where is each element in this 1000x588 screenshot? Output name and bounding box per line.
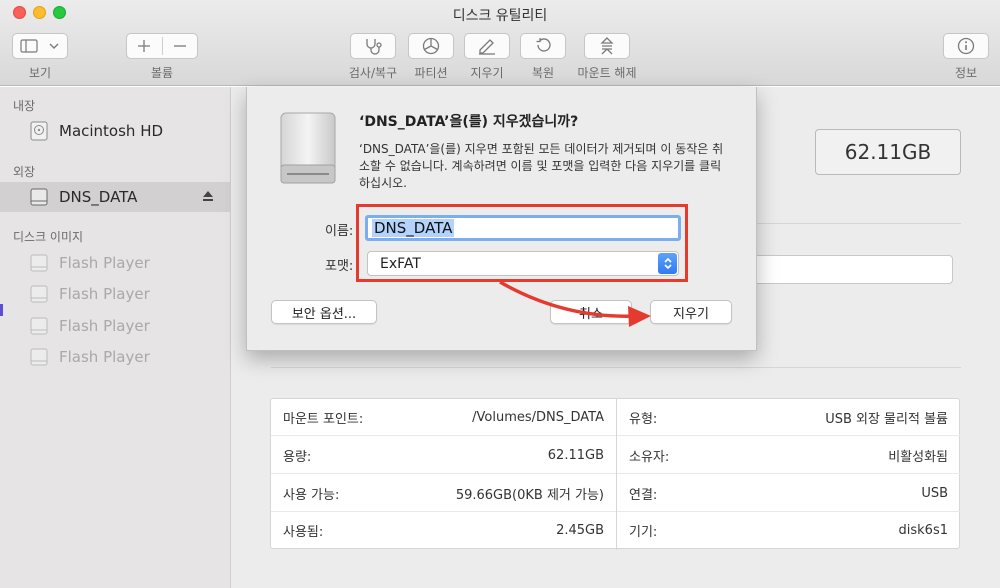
sidebar-item-label: DNS_DATA [59,188,138,206]
erase-label: 지우기 [470,66,504,80]
info-value: USB [921,485,948,501]
first-aid-label: 검사/복구 [348,66,398,80]
sidebar-item-label: Flash Player [59,254,150,272]
sidebar-item-flash-player[interactable]: Flash Player [0,279,230,309]
info-key: 마운트 포인트: [283,411,364,427]
divider [271,367,961,368]
info-key: 사용됨: [283,525,324,540]
info-row: 유형: USB 외장 물리적 볼륨 [617,399,960,436]
restore-label: 복원 [531,66,555,80]
sidebar-item-macintosh-hd[interactable]: Macintosh HD [0,116,230,146]
sidebar-item-flash-player[interactable]: Flash Player [0,311,230,341]
info-key: 기기: [629,525,658,540]
sidebar-item-label: Flash Player [59,317,150,335]
plus-icon [138,40,151,52]
info-value: USB 외장 물리적 볼륨 [825,411,948,427]
unmount-button[interactable] [584,33,630,59]
sidebar-icon [20,39,38,53]
dialog-message: ‘DNS_DATA’을(를) 지우면 포함된 모든 데이터가 제거되며 이 동작… [359,142,724,190]
info-label: 정보 [954,66,978,80]
volume-segment [126,33,198,59]
view-label: 보기 [28,66,52,80]
disk-image-icon [30,348,48,366]
info-key: 용량: [283,449,312,465]
window-edge-marker [0,304,3,316]
disk-image-icon [30,254,48,272]
sidebar-item-label: Macintosh HD [59,122,164,140]
partition-label: 파티션 [414,66,448,80]
erase-confirm-button[interactable]: 지우기 [650,300,732,324]
sidebar-header-external: 외장 [13,165,36,179]
name-field-label: 이름: [325,224,354,239]
info-key: 유형: [629,411,658,427]
eraser-icon [479,39,495,55]
unmount-label: 마운트 해제 [577,66,637,80]
disk-image-icon [30,285,48,303]
sidebar-item-label: Flash Player [59,348,150,366]
restore-arrow-icon [536,38,551,52]
info-row: 사용됨: 2.45GB [271,512,616,549]
info-row: 용량: 62.11GB [271,437,616,474]
first-aid-button[interactable] [350,33,396,59]
unmount-icon [600,37,614,55]
security-options-button[interactable]: 보안 옵션... [271,300,377,324]
view-button[interactable] [12,33,68,59]
info-value: 2.45GB [556,523,604,538]
info-button[interactable] [943,33,989,59]
info-value: 비활성화됨 [888,449,948,465]
info-value: 62.11GB [547,447,604,463]
info-row: 기기: disk6s1 [617,512,960,549]
external-disk-icon [30,188,48,206]
remove-volume-button[interactable] [162,39,197,53]
info-row: 마운트 포인트: /Volumes/DNS_DATA [271,399,616,436]
volume-label: 볼륨 [150,66,174,80]
sidebar-item-dns-data[interactable]: DNS_DATA [0,182,230,212]
dialog-title: ‘DNS_DATA’을(를) 지우겠습니까? [359,114,579,130]
info-key: 소유자: [629,449,670,465]
annotation-highlight-box [356,204,688,282]
sidebar-item-label: Flash Player [59,285,150,303]
capacity-box: 62.11GB [815,129,961,175]
info-column-left: 마운트 포인트: /Volumes/DNS_DATA 용량: 62.11GB 사… [271,399,616,550]
info-value: disk6s1 [898,523,948,538]
cancel-button[interactable]: 취소 [550,300,632,324]
info-table: 마운트 포인트: /Volumes/DNS_DATA 용량: 62.11GB 사… [270,398,960,550]
eject-icon[interactable] [202,190,214,202]
restore-button[interactable] [520,33,566,59]
minus-icon [173,45,186,47]
info-row: 연결: USB [617,475,960,512]
info-row: 사용 가능: 59.66GB(0KB 제거 가능) [271,475,616,512]
chevron-down-icon [49,43,59,49]
window-title: 디스크 유틸리티 [452,8,548,24]
info-icon [957,37,975,55]
usage-bar [753,255,953,284]
info-key: 연결: [629,487,658,503]
info-value: /Volumes/DNS_DATA [472,409,604,425]
info-value: 59.66GB(0KB 제거 가능) [455,487,604,503]
internal-disk-icon [30,121,48,141]
sidebar: 내장 Macintosh HD 외장 DNS_DATA 디스크 이미지 Flas… [0,87,231,588]
title-bar: 디스크 유틸리티 보기 볼륨 검사/복구 파티션 지우기 복원 마운트 해제 정… [0,0,1000,86]
external-drive-icon [280,112,336,184]
add-volume-button[interactable] [127,39,162,53]
sidebar-item-flash-player[interactable]: Flash Player [0,248,230,278]
format-field-label: 포맷: [325,259,354,274]
sidebar-header-internal: 내장 [13,99,36,113]
sidebar-item-flash-player[interactable]: Flash Player [0,342,230,372]
pie-chart-icon [422,37,440,55]
info-column-right: 유형: USB 외장 물리적 볼륨 소유자: 비활성화됨 연결: USB 기기:… [617,399,960,550]
erase-button[interactable] [464,33,510,59]
info-key: 사용 가능: [283,487,340,503]
info-row: 소유자: 비활성화됨 [617,437,960,474]
disk-image-icon [30,317,48,335]
partition-button[interactable] [408,33,454,59]
sidebar-header-disk-images: 디스크 이미지 [13,230,84,244]
stethoscope-icon [366,39,382,55]
